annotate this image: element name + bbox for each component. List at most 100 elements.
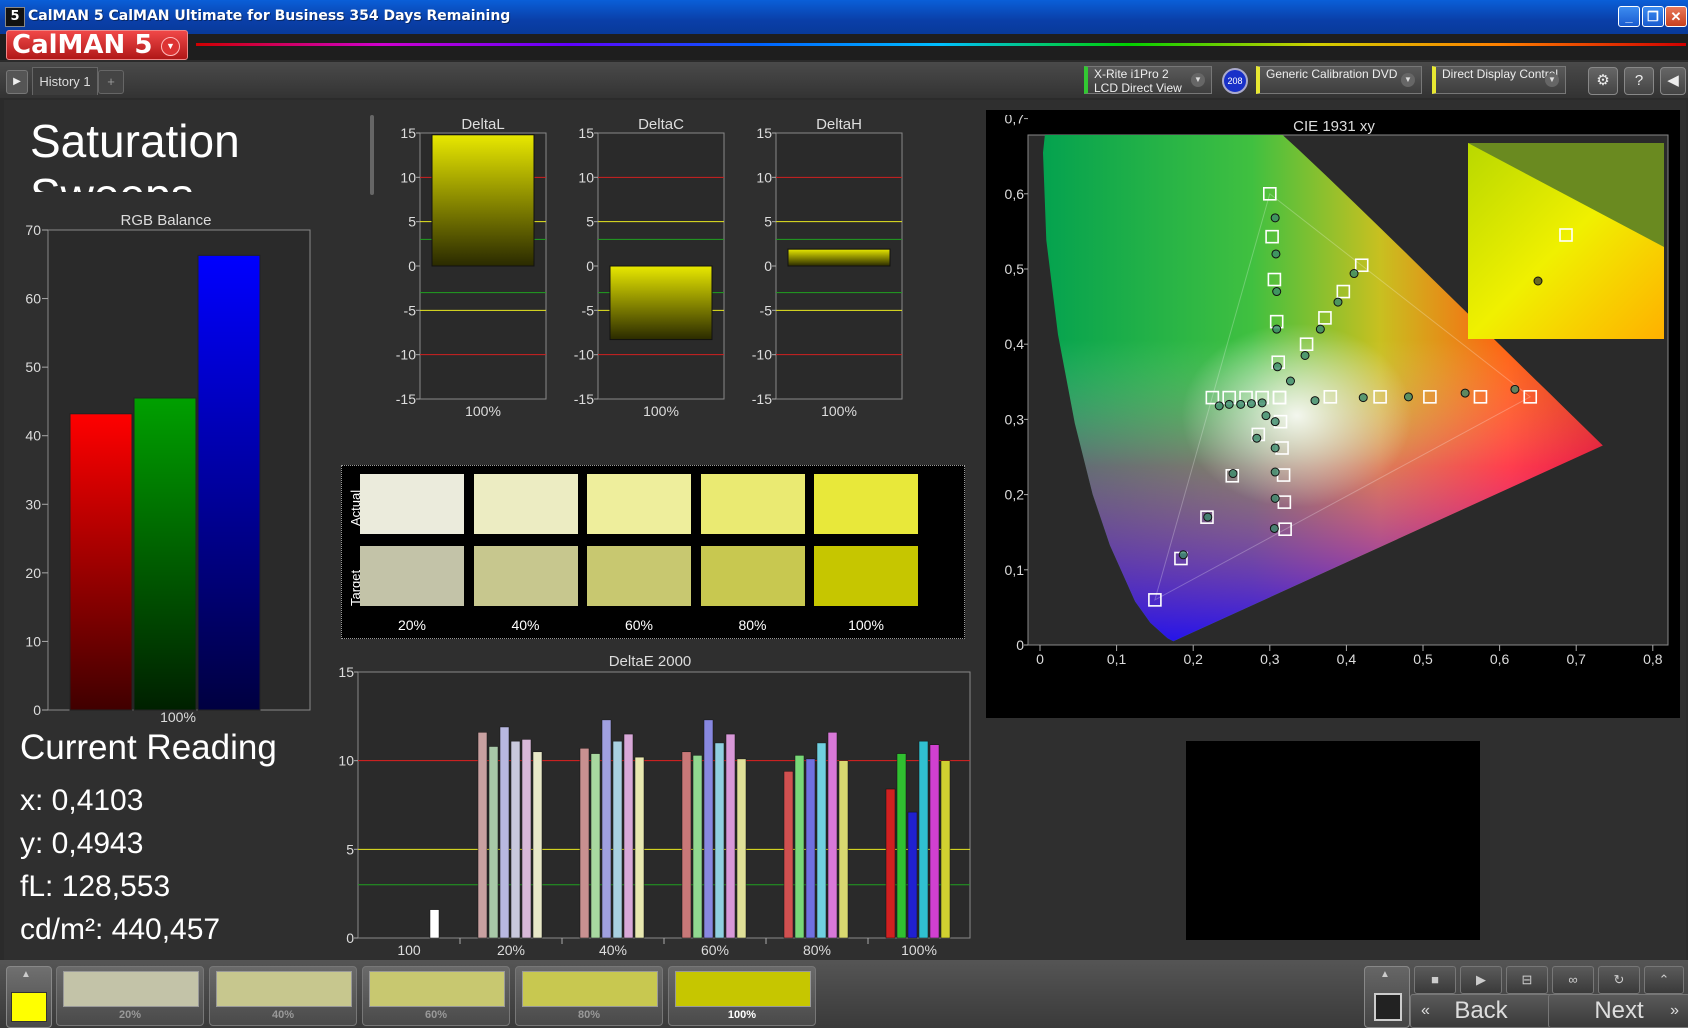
tab-history-1[interactable]: History 1	[32, 67, 98, 95]
measured-point	[1224, 399, 1234, 409]
deltae-bar	[499, 726, 510, 939]
deltae-bar	[601, 719, 612, 939]
bottom-swatch-100pct[interactable]: 100%	[668, 966, 816, 1026]
deltae-bar	[918, 740, 929, 939]
bottom-swatch-80pct[interactable]: 80%	[515, 966, 663, 1026]
deltae-bar	[929, 744, 940, 939]
delta-y-tick: 15	[400, 125, 416, 141]
frame-icon[interactable]: ⊟	[1506, 966, 1548, 994]
cie-x-tick: 0,7	[1566, 651, 1586, 667]
delta-y-tick: -10	[574, 347, 594, 363]
bottom-swatch-40pct[interactable]: 40%	[209, 966, 357, 1026]
delta-y-tick: 5	[586, 214, 594, 230]
gear-icon[interactable]: ⚙	[1588, 67, 1618, 95]
source-selector[interactable]: Generic Calibration DVD ▼	[1256, 66, 1422, 94]
actual-swatch[interactable]	[587, 474, 691, 534]
help-icon[interactable]: ?	[1624, 67, 1654, 95]
measured-point	[1358, 393, 1368, 403]
deltae-x-label: 20%	[497, 942, 525, 958]
stop-icon[interactable]: ■	[1414, 966, 1456, 994]
brand-bar	[0, 34, 1688, 60]
meter-selector[interactable]: X-Rite i1Pro 2 LCD Direct View ▼	[1084, 66, 1212, 95]
target-swatch[interactable]	[700, 546, 805, 606]
actual-swatch[interactable]	[700, 474, 805, 534]
chevron-down-icon[interactable]: ▼	[1191, 73, 1205, 87]
delta-x-label: 100%	[643, 403, 679, 419]
cie-x-tick: 0,6	[1490, 651, 1510, 667]
next-button[interactable]: Next »	[1548, 994, 1688, 1028]
chevron-down-icon[interactable]: ▼	[1545, 73, 1559, 87]
swatch-label: 40%	[511, 617, 540, 633]
rgb-y-tick: 30	[25, 496, 41, 512]
rgb-y-tick: 20	[25, 565, 41, 581]
target-swatch[interactable]	[473, 546, 578, 606]
measured-point	[1310, 396, 1320, 406]
inset-measured-point	[1533, 276, 1543, 286]
next-label: Next	[1594, 997, 1644, 1024]
target-swatch[interactable]	[814, 546, 918, 606]
close-button[interactable]: ✕	[1665, 6, 1687, 27]
minimize-button[interactable]: _	[1618, 6, 1640, 27]
rgb-y-tick: 10	[25, 633, 41, 649]
delta-y-tick: -5	[760, 302, 773, 318]
rgb-y-tick: 40	[25, 428, 41, 444]
cie-y-tick: 0	[1016, 637, 1024, 653]
maximize-button[interactable]: ❐	[1642, 6, 1664, 27]
page-title: Saturation Sweeps	[30, 115, 240, 192]
delta-y-tick: 0	[764, 258, 772, 274]
loop-icon[interactable]: ∞	[1552, 966, 1594, 994]
actual-swatch[interactable]	[814, 474, 918, 534]
deltae-bar	[725, 733, 736, 939]
chevron-up-icon[interactable]: ▲	[1380, 969, 1390, 980]
scroll-handle[interactable]	[370, 115, 374, 195]
deltae-bar	[510, 740, 521, 939]
stop-button[interactable]: ▲	[1364, 966, 1410, 1028]
play-icon[interactable]: ▶	[6, 70, 28, 94]
chevron-up-icon[interactable]: ▲	[21, 969, 31, 980]
deltae-bar	[816, 742, 827, 939]
target-swatch[interactable]	[587, 546, 691, 606]
deltae-bar	[521, 739, 532, 939]
delta-x-label: 100%	[821, 403, 857, 419]
measured-point	[1270, 417, 1280, 427]
measured-point	[1257, 398, 1267, 408]
play-icon[interactable]: ▶	[1460, 966, 1502, 994]
actual-swatch[interactable]	[473, 474, 578, 534]
deltae-bar	[794, 755, 805, 939]
delta-y-tick: -15	[396, 391, 416, 407]
back-button[interactable]: « Back	[1410, 994, 1552, 1028]
bottom-swatch-20pct[interactable]: 20%	[56, 966, 204, 1026]
delta-y-tick: 15	[756, 125, 772, 141]
deltae-bar	[827, 732, 838, 939]
bottom-swatch-60pct[interactable]: 60%	[362, 966, 510, 1026]
cie-x-tick: 0,5	[1413, 651, 1433, 667]
chevron-down-icon[interactable]: ▼	[1401, 73, 1415, 87]
add-tab-button[interactable]: +	[98, 70, 124, 94]
rgb-balance-chart: RGB Balance 0 10 20 30 40 50 60 70 100%	[25, 212, 311, 725]
deltae-bar	[896, 753, 907, 939]
measured-point	[1270, 213, 1280, 223]
deltae-chart: DeltaE 2000 0 5 10 15 100 20% 40% 60% 80% 100%	[338, 653, 971, 958]
cie-y-tick: 0,5	[1005, 261, 1025, 277]
measured-point	[1315, 324, 1325, 334]
chevron-down-icon[interactable]: ▼	[161, 37, 180, 56]
stop-icon	[1374, 993, 1402, 1021]
measured-point	[1270, 443, 1280, 453]
measured-point	[1333, 297, 1343, 307]
deltae-bar	[714, 742, 725, 939]
refresh-icon[interactable]: ↻	[1598, 966, 1640, 994]
expand-icon[interactable]: ⌃	[1644, 966, 1684, 994]
bottom-swatch-label: 60%	[424, 1009, 448, 1021]
pattern-preview	[1186, 741, 1480, 940]
display-selector[interactable]: Direct Display Control ▼	[1432, 66, 1566, 94]
actual-swatch[interactable]	[360, 474, 464, 534]
rainbow-divider	[196, 43, 1686, 46]
collapse-icon[interactable]: ◀	[1660, 67, 1686, 95]
deltae-bar	[429, 909, 440, 939]
cie-x-tick: 0,8	[1643, 651, 1663, 667]
rgb-y-tick: 0	[33, 702, 41, 718]
target-swatch[interactable]	[360, 546, 464, 606]
deltae-x-label: 100	[397, 942, 421, 958]
bottom-swatch-label: 20%	[118, 1009, 142, 1021]
delta-charts-group: DeltaL 15 10 5 0 -5 -10 -15 100% DeltaC 15 10 5 0 -5 -1…	[396, 116, 903, 419]
